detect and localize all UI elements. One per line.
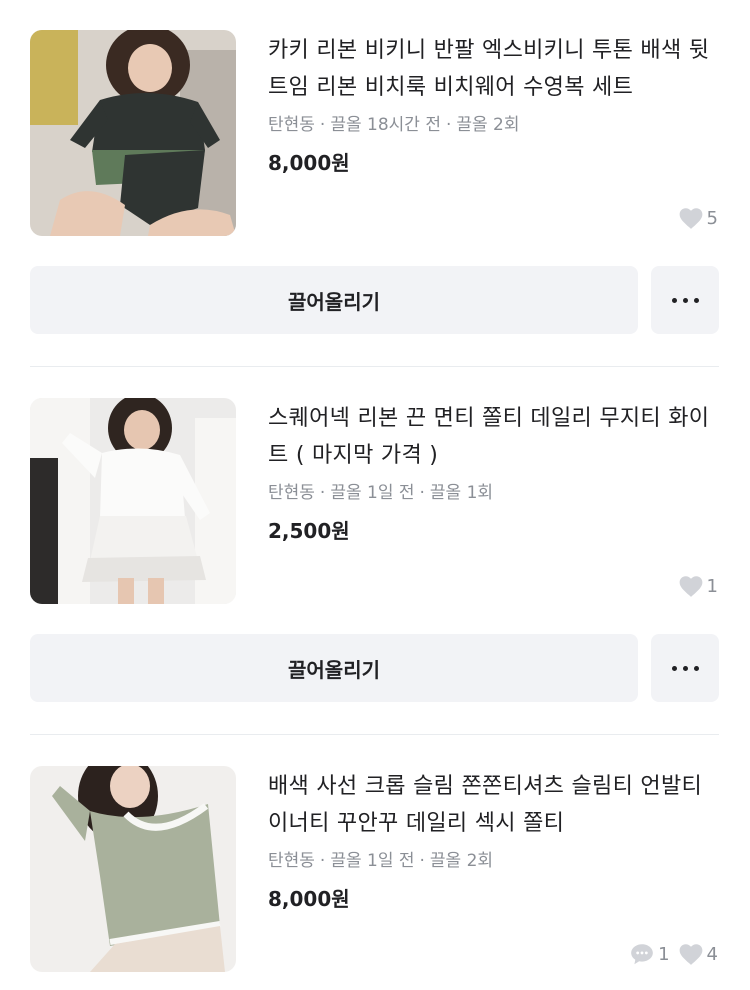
- heart-icon: [679, 576, 702, 597]
- product-title[interactable]: 배색 사선 크롭 슬림 쫀쫀티셔츠 슬림티 언발티 이너티 꾸안꾸 데일리 섹시…: [268, 768, 718, 842]
- likes-count: 5: [706, 207, 718, 229]
- likes-count: 4: [706, 943, 718, 965]
- more-dot: [693, 665, 699, 671]
- heart-icon: [679, 944, 702, 965]
- product-photo-sage-top: [30, 766, 236, 972]
- likes-stat: 1: [678, 574, 718, 598]
- likes-count: 1: [706, 575, 718, 597]
- bump-time-label: 끌올 1일 전: [330, 851, 415, 871]
- product-meta: 탄현동 · 끌올 1일 전 · 끌올 2회: [268, 851, 494, 871]
- location-label: 탄현동: [268, 115, 315, 135]
- heart-icon: [679, 208, 702, 229]
- bump-count-label: 끌올 2회: [456, 115, 520, 135]
- product-price: 8,000원: [268, 151, 350, 175]
- likes-stat: 4: [678, 942, 718, 966]
- bump-time-label: 끌올 18시간 전: [330, 115, 441, 135]
- location-label: 탄현동: [268, 483, 315, 503]
- more-dot: [671, 665, 677, 671]
- product-photo-white-top: [30, 398, 236, 604]
- product-stats: 1 4: [629, 942, 718, 966]
- bump-count-label: 끌올 2회: [429, 851, 494, 871]
- product-stats: 1: [678, 574, 718, 598]
- product-stats: 5: [678, 206, 718, 230]
- comments-stat: 1: [629, 942, 670, 966]
- more-dot: [682, 665, 688, 671]
- product-price: 8,000원: [268, 887, 350, 911]
- location-label: 탄현동: [268, 851, 315, 871]
- bump-up-button[interactable]: 끌어올리기: [30, 634, 638, 702]
- product-title[interactable]: 카키 리본 비키니 반팔 엑스비키니 투톤 배색 뒷트임 리본 비치룩 비치웨어…: [268, 32, 718, 106]
- more-dot: [682, 297, 688, 303]
- chat-bubble-icon: [631, 944, 653, 965]
- product-price: 2,500원: [268, 519, 350, 543]
- divider: [30, 366, 719, 367]
- divider: [30, 734, 719, 735]
- more-dot: [693, 297, 699, 303]
- product-photo-swimsuit: [30, 30, 236, 236]
- comments-count: 1: [658, 943, 670, 965]
- likes-stat: 5: [678, 206, 718, 230]
- product-thumbnail[interactable]: [30, 30, 236, 236]
- bump-up-button[interactable]: 끌어올리기: [30, 266, 638, 334]
- product-title[interactable]: 스퀘어넥 리본 끈 면티 쫄티 데일리 무지티 화이트 ( 마지막 가격 ): [268, 400, 718, 474]
- product-meta: 탄현동 · 끌올 1일 전 · 끌올 1회: [268, 483, 494, 503]
- more-options-button[interactable]: [651, 266, 719, 334]
- more-dot: [671, 297, 677, 303]
- bump-count-label: 끌올 1회: [429, 483, 494, 503]
- more-options-button[interactable]: [651, 634, 719, 702]
- product-thumbnail[interactable]: [30, 766, 236, 972]
- product-meta: 탄현동 · 끌올 18시간 전 · 끌올 2회: [268, 115, 520, 135]
- product-thumbnail[interactable]: [30, 398, 236, 604]
- bump-time-label: 끌올 1일 전: [330, 483, 415, 503]
